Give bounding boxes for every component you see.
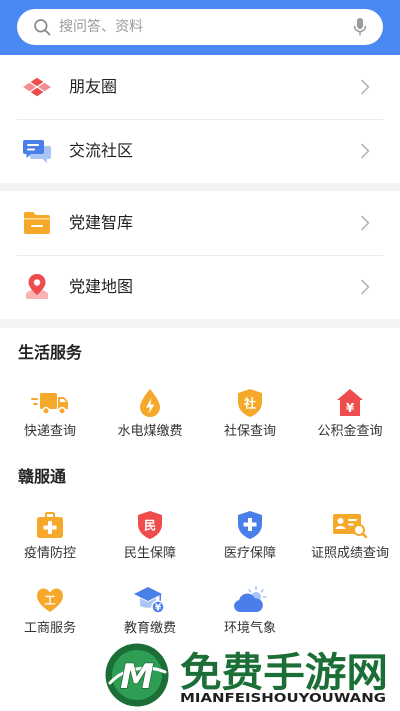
service-express-query[interactable]: 快递查询 bbox=[0, 388, 100, 441]
service-label: 医疗保障 bbox=[223, 546, 276, 561]
service-grid: 疫情防控 民 民生保障 医疗保障 证照成绩查询 工 工商服务 ¥ 教育缴费 环境… bbox=[0, 510, 400, 638]
top-header bbox=[0, 0, 400, 55]
menu-item-party-map[interactable]: 党建地图 bbox=[0, 255, 400, 319]
search-input[interactable] bbox=[59, 9, 349, 45]
service-label: 证照成绩查询 bbox=[310, 546, 389, 561]
service-certificate-query[interactable]: 证照成绩查询 bbox=[300, 510, 400, 563]
menu-group-party: 党建智库 党建地图 bbox=[0, 191, 400, 319]
map-pin-icon bbox=[21, 271, 53, 303]
service-label: 快递查询 bbox=[23, 424, 76, 439]
business-heart-icon: 工 bbox=[30, 585, 70, 615]
search-bar[interactable] bbox=[17, 9, 383, 45]
chevron-right-icon bbox=[360, 143, 370, 159]
icon-glyph: 社 bbox=[243, 396, 256, 411]
service-epidemic-control[interactable]: 疫情防控 bbox=[0, 510, 100, 563]
livelihood-shield-icon: 民 bbox=[130, 510, 170, 540]
folder-icon bbox=[21, 207, 53, 239]
utility-bolt-icon bbox=[130, 388, 170, 418]
icon-glyph: 工 bbox=[45, 594, 56, 607]
icon-glyph: ¥ bbox=[155, 603, 162, 614]
chevron-right-icon bbox=[360, 215, 370, 231]
id-card-search-icon bbox=[330, 510, 370, 540]
service-housing-fund[interactable]: ¥ 公积金查询 bbox=[300, 388, 400, 441]
menu-item-moments[interactable]: 朋友圈 bbox=[0, 55, 400, 119]
service-education-fee[interactable]: ¥ 教育缴费 bbox=[100, 585, 200, 638]
social-security-shield-icon: 社 bbox=[230, 388, 270, 418]
service-label: 水电煤缴费 bbox=[117, 424, 183, 439]
group-separator bbox=[0, 319, 400, 328]
menu-group-community: 朋友圈 交流社区 bbox=[0, 55, 400, 183]
delivery-truck-icon bbox=[30, 388, 70, 418]
service-grid: 快递查询 水电煤缴费 社 社保查询 ¥ 公积金查询 bbox=[0, 388, 400, 441]
menu-item-community[interactable]: 交流社区 bbox=[0, 119, 400, 183]
group-separator bbox=[0, 183, 400, 191]
menu-item-party-library[interactable]: 党建智库 bbox=[0, 191, 400, 255]
app-screen: 朋友圈 交流社区 bbox=[0, 0, 400, 711]
section-gan-services: 赣服通 疫情防控 民 民生保障 医疗保障 证照成绩查询 工 工商服务 ¥ 教育缴… bbox=[0, 441, 400, 638]
service-social-security[interactable]: 社 社保查询 bbox=[200, 388, 300, 441]
service-medical-insurance[interactable]: 医疗保障 bbox=[200, 510, 300, 563]
watermark-subtitle: MIANFEISHOUYOUWANG bbox=[180, 691, 386, 705]
watermark-logo-letter: M bbox=[120, 657, 154, 697]
chevron-right-icon bbox=[360, 79, 370, 95]
search-icon bbox=[33, 18, 51, 36]
moments-icon bbox=[21, 71, 53, 103]
watermark-logo: M bbox=[103, 641, 171, 709]
watermark-title: 免费手游网 bbox=[180, 650, 388, 696]
section-life-services: 生活服务 快递查询 水电煤缴费 社 社保查询 ¥ 公积金查询 bbox=[0, 328, 400, 441]
service-environment-weather[interactable]: 环境气象 bbox=[200, 585, 300, 638]
menu-item-label: 朋友圈 bbox=[69, 77, 118, 96]
menu-item-label: 党建智库 bbox=[69, 213, 134, 232]
chevron-right-icon bbox=[360, 279, 370, 295]
graduation-cap-fee-icon: ¥ bbox=[130, 585, 170, 615]
service-label: 民生保障 bbox=[123, 546, 176, 561]
chat-community-icon bbox=[21, 135, 53, 167]
menu-item-label: 党建地图 bbox=[69, 277, 134, 296]
section-title: 赣服通 bbox=[18, 467, 67, 486]
medical-kit-icon bbox=[30, 510, 70, 540]
service-label: 社保查询 bbox=[223, 424, 276, 439]
service-label: 疫情防控 bbox=[23, 546, 76, 561]
microphone-icon[interactable] bbox=[353, 17, 367, 37]
medical-cross-shield-icon bbox=[230, 510, 270, 540]
icon-glyph: 民 bbox=[144, 519, 156, 533]
icon-glyph: ¥ bbox=[346, 401, 355, 415]
cloud-sun-icon bbox=[230, 585, 270, 615]
section-title: 生活服务 bbox=[18, 343, 83, 362]
service-business[interactable]: 工 工商服务 bbox=[0, 585, 100, 638]
service-label: 公积金查询 bbox=[317, 424, 383, 439]
watermark: M 免费手游网 MIANFEISHOUYOUWANG bbox=[0, 636, 400, 711]
service-utility-payment[interactable]: 水电煤缴费 bbox=[100, 388, 200, 441]
menu-item-label: 交流社区 bbox=[69, 141, 134, 160]
service-livelihood[interactable]: 民 民生保障 bbox=[100, 510, 200, 563]
housing-fund-house-icon: ¥ bbox=[330, 388, 370, 418]
